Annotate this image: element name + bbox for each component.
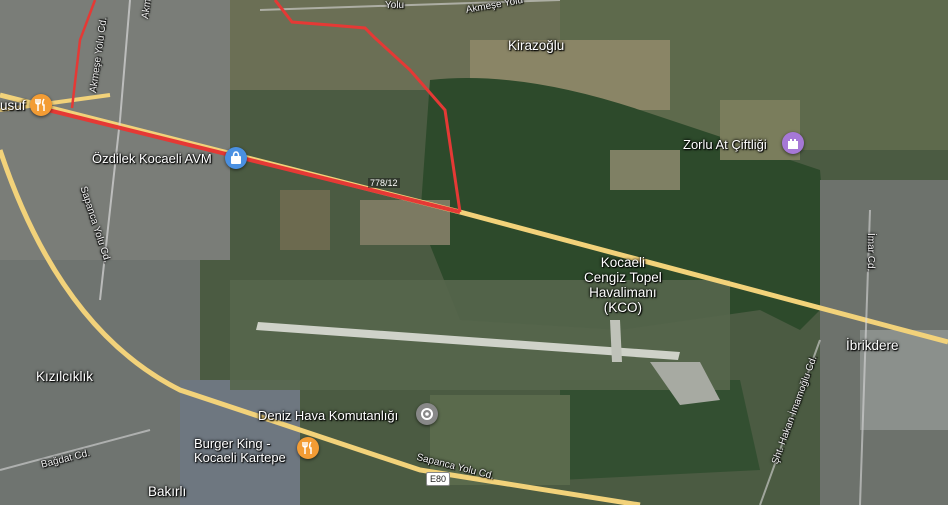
- airport-label-line3: Havalimanı: [589, 285, 657, 300]
- poi-restaurant-yusuf[interactable]: [30, 94, 52, 116]
- poi-deniz-hava[interactable]: [416, 403, 438, 425]
- place-label-ibrikdere: İbrikdere: [846, 338, 899, 353]
- place-label-kizilciklik: Kızılcıklık: [36, 369, 94, 384]
- poi-label-burger[interactable]: Burger King - Kocaeli Kartepe: [194, 437, 286, 465]
- airport-label-line1: Kocaeli: [600, 255, 646, 270]
- poi-burger-king[interactable]: [297, 437, 319, 459]
- place-label-kirazoglu: Kirazoğlu: [508, 38, 565, 53]
- poi-label-ozdilek[interactable]: Özdilek Kocaeli AVM: [92, 151, 212, 166]
- restaurant-icon: [35, 98, 45, 111]
- poi-zorlu-at-ciftligi[interactable]: [782, 132, 804, 154]
- satellite-basemap: [0, 0, 948, 505]
- poi-label-deniz[interactable]: Deniz Hava Komutanlığı: [258, 408, 398, 423]
- airport-label[interactable]: Kocaeli Cengiz Topel Havalimanı (KCO): [584, 255, 662, 315]
- poi-label-burger-line1: Burger King -: [194, 436, 271, 451]
- map-canvas[interactable]: Kirazoğlu Kızılcıklık İbrikdere Bakırlı …: [0, 0, 948, 505]
- restaurant-icon: [302, 441, 312, 454]
- airport-label-line2: Cengiz Topel: [584, 270, 662, 285]
- road-label-yolu-top: Yolu: [385, 0, 405, 11]
- location-icon: [421, 408, 433, 420]
- castle-icon: [788, 139, 798, 149]
- airport-label-line4: (KCO): [603, 300, 643, 315]
- poi-label-burger-line2: Kocaeli Kartepe: [194, 450, 286, 465]
- shopping-bag-icon: [231, 151, 241, 164]
- route-shield-e80: E80: [426, 472, 451, 486]
- place-label-yusuf: usuf: [0, 98, 26, 113]
- route-distance-label: 778/12: [368, 178, 400, 188]
- road-label-imar: İmar Cd.: [865, 233, 876, 272]
- poi-label-zorlu[interactable]: Zorlu At Çiftliği: [683, 137, 767, 152]
- place-label-bakirli: Bakırlı: [148, 484, 187, 499]
- poi-ozdilek-avm[interactable]: [225, 147, 247, 169]
